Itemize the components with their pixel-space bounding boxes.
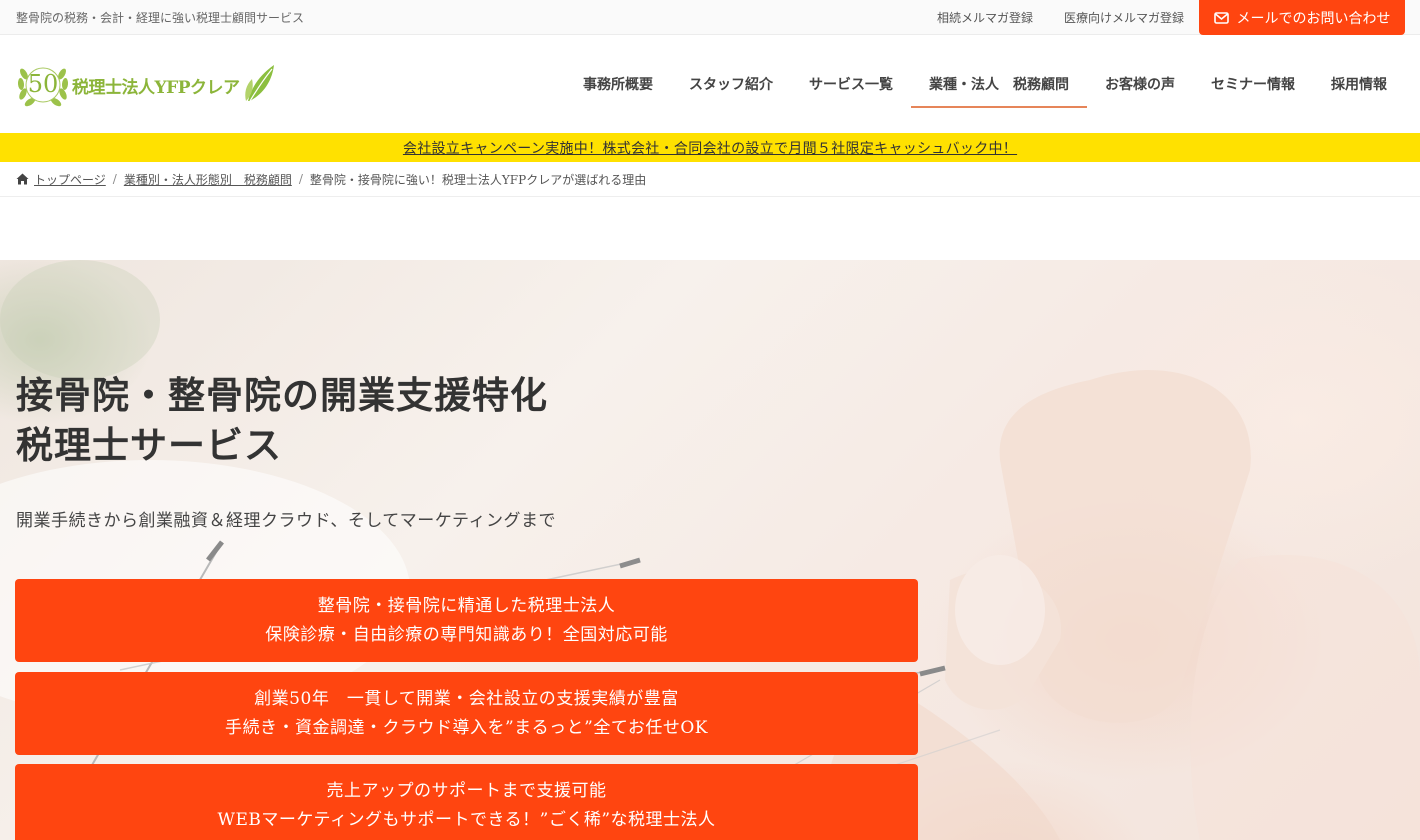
site-logo[interactable]: 50 税理士法人YFPクレア <box>16 59 296 111</box>
feature-box-line2: 保険診療・自由診療の専門知識あり！全国対応可能 <box>265 624 668 645</box>
medical-newsletter-link[interactable]: 医療向けメルマガ登録 <box>1064 9 1184 26</box>
nav-item-office-overview[interactable]: 事務所概要 <box>565 35 671 133</box>
nav-item-services[interactable]: サービス一覧 <box>791 35 911 133</box>
hero-title-line1: 接骨院・整骨院の開業支援特化 <box>16 373 548 417</box>
site-tagline: 整骨院の税務・会計・経理に強い税理士顧問サービス <box>16 11 305 25</box>
hero-subtitle: 開業手続きから創業融資＆経理クラウド、そしてマーケティングまで <box>16 511 556 531</box>
feature-box-line1: 売上アップのサポートまで支援可能 <box>326 780 607 801</box>
hero-title: 接骨院・整骨院の開業支援特化 税理士サービス <box>16 370 548 470</box>
hero-section: 接骨院・整骨院の開業支援特化 税理士サービス 開業手続きから創業融資＆経理クラウ… <box>0 260 1420 840</box>
breadcrumb-home[interactable]: トップページ <box>34 171 106 188</box>
breadcrumb: トップページ / 業種別・法人形態別 税務顧問 / 整骨院・接骨院に強い！税理士… <box>0 162 1420 197</box>
campaign-banner: 会社設立キャンペーン実施中！株式会社・合同会社の設立で月間５社限定キャッシュバッ… <box>0 133 1420 162</box>
inheritance-newsletter-link[interactable]: 相続メルマガ登録 <box>937 9 1033 26</box>
breadcrumb-separator: / <box>298 172 303 186</box>
breadcrumb-current: 整骨院・接骨院に強い！税理士法人YFPクレアが選ばれる理由 <box>309 172 647 187</box>
nav-item-seminars[interactable]: セミナー情報 <box>1193 35 1313 133</box>
feature-box-line1: 整骨院・接骨院に精通した税理士法人 <box>317 595 616 616</box>
nav-item-staff[interactable]: スタッフ紹介 <box>671 35 791 133</box>
main-navigation: 事務所概要 スタッフ紹介 サービス一覧 業種・法人 税務顧問 お客様の声 セミナ… <box>565 35 1405 133</box>
nav-item-industry-tax-advisory[interactable]: 業種・法人 税務顧問 <box>911 35 1087 133</box>
logo-company-name: 税理士法人YFPクレア <box>72 77 240 98</box>
anniversary-seal-icon: 50 <box>16 60 70 110</box>
hero-title-line2: 税理士サービス <box>16 423 282 467</box>
feature-box-expertise: 整骨院・接骨院に精通した税理士法人 保険診療・自由診療の専門知識あり！全国対応可… <box>15 579 918 662</box>
seal-number: 50 <box>27 70 59 98</box>
nav-item-testimonials[interactable]: お客様の声 <box>1087 35 1193 133</box>
feature-box-line2: 手続き・資金調達・クラウド導入を”まるっと”全てお任せOK <box>224 717 708 738</box>
breadcrumb-separator: / <box>112 172 117 186</box>
campaign-link[interactable]: 会社設立キャンペーン実施中！株式会社・合同会社の設立で月間５社限定キャッシュバッ… <box>403 138 1017 158</box>
email-contact-button[interactable]: メールでのお問い合わせ <box>1199 0 1405 35</box>
feature-box-experience: 創業50年 一貫して開業・会社設立の支援実績が豊富 手続き・資金調達・クラウド導… <box>15 672 918 755</box>
site-header: 50 税理士法人YFPクレア 事務所概要 スタッフ紹介 サービス一覧 業種・法人… <box>0 35 1420 133</box>
feature-box-line1: 創業50年 一貫して開業・会社設立の支援実績が豊富 <box>254 688 679 709</box>
nav-item-recruitment[interactable]: 採用情報 <box>1313 35 1405 133</box>
feature-box-marketing: 売上アップのサポートまで支援可能 WEBマーケティングもサポートできる！”ごく稀… <box>15 764 918 840</box>
email-contact-label: メールでのお問い合わせ <box>1236 10 1391 27</box>
top-utility-bar: 整骨院の税務・会計・経理に強い税理士顧問サービス 相続メルマガ登録 医療向けメル… <box>0 0 1420 35</box>
feature-box-line2: WEBマーケティングもサポートできる！”ごく稀”な税理士法人 <box>217 809 716 830</box>
home-icon <box>16 173 29 185</box>
breadcrumb-industry[interactable]: 業種別・法人形態別 税務顧問 <box>124 171 292 188</box>
envelope-icon <box>1213 11 1229 24</box>
leaf-icon <box>242 61 276 109</box>
